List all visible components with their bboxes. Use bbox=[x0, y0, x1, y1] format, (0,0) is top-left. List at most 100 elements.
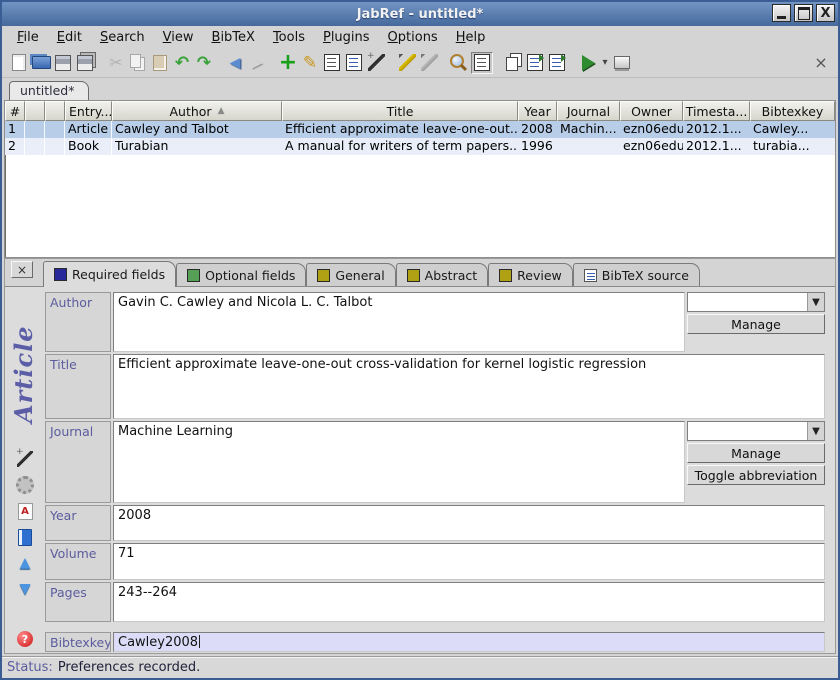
fetch-tool-icon[interactable] bbox=[611, 52, 633, 74]
close-icon[interactable] bbox=[816, 4, 835, 22]
maximize-icon[interactable] bbox=[794, 4, 813, 22]
save-all-icon[interactable] bbox=[74, 52, 96, 74]
mark-entries-icon[interactable] bbox=[396, 52, 418, 74]
entry-type-label: Article bbox=[9, 293, 41, 423]
next-entry-icon[interactable] bbox=[14, 579, 36, 599]
close-sidepane-icon[interactable] bbox=[810, 52, 832, 74]
paste-icon[interactable] bbox=[149, 52, 171, 74]
tab-label: General bbox=[335, 268, 384, 283]
menu-view[interactable]: View bbox=[154, 28, 203, 47]
minimize-icon[interactable] bbox=[772, 4, 791, 22]
author-manage-button[interactable]: Manage bbox=[687, 314, 825, 334]
edit-strings-icon[interactable] bbox=[343, 52, 365, 74]
entry-table[interactable]: # Entry...Author▲TitleYearJournalOwnerTim… bbox=[4, 100, 836, 258]
table-rows: 1ArticleCawley and TalbotEfficient appro… bbox=[5, 121, 835, 155]
pages-input[interactable]: 243--264 bbox=[113, 582, 825, 622]
tab-bibtex-source[interactable]: BibTeX source bbox=[573, 263, 700, 286]
tab-general[interactable]: General bbox=[306, 263, 395, 286]
year-label: Year bbox=[45, 505, 111, 542]
column-header-icon1[interactable] bbox=[25, 101, 45, 121]
journal-input[interactable]: Machine Learning bbox=[113, 421, 685, 503]
year-input[interactable]: 2008 bbox=[113, 505, 825, 542]
column-header-author[interactable]: Author▲ bbox=[112, 101, 282, 121]
volume-input[interactable]: 71 bbox=[113, 543, 825, 580]
column-header-[interactable]: # bbox=[5, 101, 25, 121]
toggle-abbreviation-button[interactable]: Toggle abbreviation bbox=[687, 465, 825, 485]
unmark-entries-icon[interactable] bbox=[418, 52, 440, 74]
column-header-year[interactable]: Year bbox=[518, 101, 557, 121]
chevron-down-icon[interactable]: ▼ bbox=[807, 293, 824, 311]
column-header-owner[interactable]: Owner bbox=[620, 101, 683, 121]
write-xmp-pdf-icon[interactable] bbox=[14, 501, 36, 521]
menu-edit[interactable]: Edit bbox=[48, 28, 91, 47]
back-icon[interactable] bbox=[224, 52, 246, 74]
cell-timesta: 2012.1... bbox=[683, 121, 750, 138]
toggle-preview-icon[interactable] bbox=[471, 52, 493, 74]
open-url-icon[interactable] bbox=[546, 52, 568, 74]
copy-icon[interactable] bbox=[127, 52, 149, 74]
title-input[interactable]: Efficient approximate leave-one-out cros… bbox=[113, 354, 825, 420]
author-field-row: Author Gavin C. Cawley and Nicola L. C. … bbox=[45, 291, 825, 353]
menu-plugins[interactable]: Plugins bbox=[314, 28, 379, 47]
forward-icon[interactable] bbox=[246, 52, 268, 74]
redo-icon[interactable] bbox=[193, 52, 215, 74]
bibtexkey-input[interactable]: Cawley2008 bbox=[113, 632, 825, 652]
edit-entry-icon[interactable] bbox=[299, 52, 321, 74]
volume-field-row: Volume 71 bbox=[45, 542, 825, 581]
column-header-journal[interactable]: Journal bbox=[557, 101, 620, 121]
new-entry-icon[interactable] bbox=[277, 52, 299, 74]
chevron-down-icon[interactable]: ▼ bbox=[807, 422, 824, 440]
author-combo-value bbox=[688, 293, 807, 311]
generate-key-wand-icon[interactable] bbox=[14, 449, 36, 469]
editor-close-icon[interactable]: × bbox=[11, 261, 33, 278]
duplicate-entry-icon[interactable] bbox=[502, 52, 524, 74]
author-input[interactable]: Gavin C. Cawley and Nicola L. C. Talbot bbox=[113, 292, 685, 352]
tab-abstract[interactable]: Abstract bbox=[396, 263, 488, 286]
gear-icon[interactable] bbox=[14, 475, 36, 495]
search-icon[interactable] bbox=[449, 52, 471, 74]
edit-preamble-icon[interactable] bbox=[321, 52, 343, 74]
column-header-icon2[interactable] bbox=[45, 101, 65, 121]
tab-required-fields[interactable]: Required fields bbox=[43, 261, 176, 287]
column-header-title[interactable]: Title bbox=[282, 101, 518, 121]
toolbar-separator bbox=[440, 53, 449, 73]
cut-icon[interactable] bbox=[105, 52, 127, 74]
save-database-icon[interactable] bbox=[52, 52, 74, 74]
help-icon[interactable] bbox=[14, 629, 36, 649]
toolbar bbox=[2, 48, 838, 78]
open-database-icon[interactable] bbox=[30, 52, 52, 74]
table-row[interactable]: 2BookTurabianA manual for writers of ter… bbox=[5, 138, 835, 155]
menu-bibtex[interactable]: BibTeX bbox=[203, 28, 264, 47]
journal-manage-button[interactable]: Manage bbox=[687, 443, 825, 463]
open-file-icon[interactable] bbox=[524, 52, 546, 74]
dropdown-arrow-icon[interactable] bbox=[599, 52, 611, 74]
undo-icon[interactable] bbox=[171, 52, 193, 74]
column-header-entry[interactable]: Entry... bbox=[65, 101, 112, 121]
journal-names-combobox[interactable]: ▼ bbox=[687, 421, 825, 441]
tab-optional-fields[interactable]: Optional fields bbox=[176, 263, 306, 286]
field-group-swatch-icon bbox=[407, 269, 420, 282]
column-header-timesta[interactable]: Timesta... bbox=[683, 101, 750, 121]
cleanup-wand-icon[interactable] bbox=[365, 52, 387, 74]
text-caret bbox=[199, 635, 200, 648]
push-to-application-icon[interactable] bbox=[577, 52, 599, 74]
open-book-icon[interactable] bbox=[14, 527, 36, 547]
cell-year: 1996 bbox=[518, 138, 557, 155]
status-label: Status: bbox=[7, 660, 53, 675]
table-row[interactable]: 1ArticleCawley and TalbotEfficient appro… bbox=[5, 121, 835, 138]
new-database-icon[interactable] bbox=[8, 52, 30, 74]
author-names-combobox[interactable]: ▼ bbox=[687, 292, 825, 312]
menu-options[interactable]: Options bbox=[379, 28, 447, 47]
column-header-bibtexkey[interactable]: Bibtexkey bbox=[750, 101, 835, 121]
cell-: 1 bbox=[5, 121, 25, 138]
title-bar[interactable]: JabRef - untitled* bbox=[2, 2, 838, 26]
previous-entry-icon[interactable] bbox=[14, 553, 36, 573]
menu-help[interactable]: Help bbox=[447, 28, 495, 47]
database-tab[interactable]: untitled* bbox=[9, 81, 89, 100]
window-title: JabRef - untitled* bbox=[357, 7, 484, 22]
menu-file[interactable]: File bbox=[8, 28, 48, 47]
tab-review[interactable]: Review bbox=[488, 263, 573, 286]
entry-editor-tabs: × Required fieldsOptional fields General A… bbox=[5, 259, 835, 287]
menu-tools[interactable]: Tools bbox=[264, 28, 314, 47]
menu-search[interactable]: Search bbox=[91, 28, 154, 47]
